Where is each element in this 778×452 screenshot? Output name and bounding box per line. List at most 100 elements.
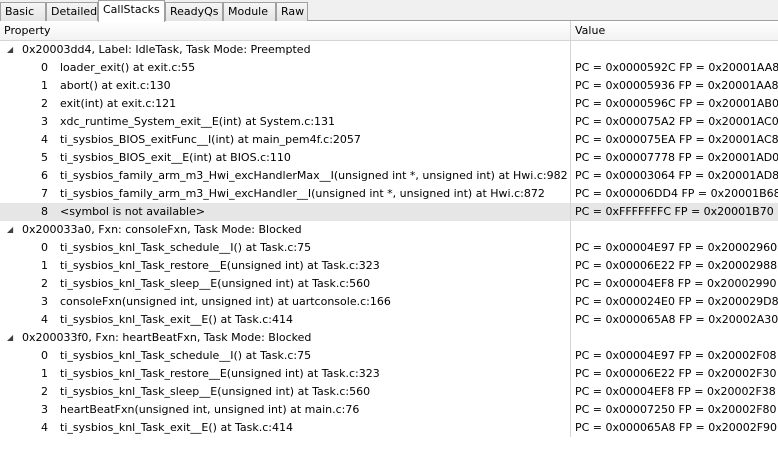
value-cell bbox=[570, 329, 778, 347]
frame-index: 2 bbox=[41, 97, 48, 110]
expand-toggle-icon[interactable]: ◢ bbox=[7, 329, 13, 347]
tab-basic[interactable]: Basic bbox=[0, 2, 46, 21]
stack-frame-row[interactable]: 0 ti_sysbios_knl_Task_schedule__I() at Ta… bbox=[0, 347, 778, 365]
task-group-row[interactable]: ◢ 0x200033a0, Fxn: consoleFxn, Task Mode:… bbox=[0, 221, 778, 239]
frame-index: 0 bbox=[41, 241, 48, 254]
frame-function: ti_sysbios_knl_Task_restore__E(unsigned … bbox=[60, 367, 380, 380]
frame-value: PC = 0x000024E0 FP = 0x200029D8 bbox=[570, 293, 778, 311]
frame-index: 1 bbox=[41, 259, 48, 272]
property-cell: 3 heartBeatFxn(unsigned int, unsigned int… bbox=[0, 401, 570, 419]
stack-frame-row[interactable]: 2 ti_sysbios_knl_Task_sleep__E(unsigned i… bbox=[0, 383, 778, 401]
frame-value: PC = 0x00006DD4 FP = 0x20001B68 bbox=[570, 185, 778, 203]
task-group-row[interactable]: ◢ 0x20003dd4, Label: IdleTask, Task Mode:… bbox=[0, 41, 778, 59]
frame-function: ti_sysbios_family_arm_m3_Hwi_excHandlerM… bbox=[60, 169, 568, 182]
expand-toggle-icon[interactable]: ◢ bbox=[7, 41, 13, 59]
frame-value: PC = 0x00004EF8 FP = 0x20002F38 bbox=[570, 383, 778, 401]
property-cell: 1 ti_sysbios_knl_Task_restore__E(unsigned… bbox=[0, 257, 570, 275]
frame-index: 3 bbox=[41, 115, 48, 128]
frame-function: ti_sysbios_knl_Task_schedule__I() at Tas… bbox=[60, 349, 312, 362]
stack-frame-row[interactable]: 1 ti_sysbios_knl_Task_restore__E(unsigned… bbox=[0, 365, 778, 383]
tab-bar: Basic Detailed CallStacks ReadyQs Module… bbox=[0, 0, 778, 22]
frame-value: PC = 0x000065A8 FP = 0x20002A30 bbox=[570, 311, 778, 329]
frame-index: 6 bbox=[41, 169, 48, 182]
property-column-header[interactable]: Property bbox=[0, 21, 570, 40]
tab-callstacks[interactable]: CallStacks bbox=[98, 0, 165, 22]
stack-frame-row[interactable]: 6 ti_sysbios_family_arm_m3_Hwi_excHandler… bbox=[0, 167, 778, 185]
value-cell bbox=[570, 221, 778, 239]
stack-frame-row[interactable]: 5 ti_sysbios_BIOS_exit__E(int) at BIOS.c:… bbox=[0, 149, 778, 167]
stack-frame-row[interactable]: 3 xdc_runtime_System_exit__E(int) at Syst… bbox=[0, 113, 778, 131]
property-cell: 0 ti_sysbios_knl_Task_schedule__I() at Ta… bbox=[0, 347, 570, 365]
frame-function: abort() at exit.c:130 bbox=[60, 79, 171, 92]
frame-function: ti_sysbios_BIOS_exitFunc__I(int) at main… bbox=[60, 133, 361, 146]
task-group-label: 0x200033a0, Fxn: consoleFxn, Task Mode: … bbox=[22, 223, 302, 236]
tab-raw[interactable]: Raw bbox=[276, 2, 308, 21]
property-cell: 8 <symbol is not available> bbox=[0, 203, 570, 221]
frame-function: ti_sysbios_knl_Task_sleep__E(unsigned in… bbox=[60, 385, 371, 398]
frame-function: <symbol is not available> bbox=[60, 205, 206, 218]
frame-value: PC = 0x00006E22 FP = 0x20002F30 bbox=[570, 365, 778, 383]
stack-frame-row[interactable]: 0 loader_exit() at exit.c:55 PC = 0x000059… bbox=[0, 59, 778, 77]
frame-function: heartBeatFxn(unsigned int, unsigned int)… bbox=[60, 403, 360, 416]
property-cell: 5 ti_sysbios_BIOS_exit__E(int) at BIOS.c:… bbox=[0, 149, 570, 167]
frame-function: xdc_runtime_System_exit__E(int) at Syste… bbox=[60, 115, 336, 128]
property-cell: 3 xdc_runtime_System_exit__E(int) at Syst… bbox=[0, 113, 570, 131]
frame-index: 5 bbox=[41, 151, 48, 164]
frame-value: PC = 0x0000596C FP = 0x20001AB0 bbox=[570, 95, 778, 113]
frame-index: 4 bbox=[41, 421, 48, 434]
frame-index: 1 bbox=[41, 367, 48, 380]
frame-value: PC = 0x00006E22 FP = 0x20002988 bbox=[570, 257, 778, 275]
value-cell bbox=[570, 41, 778, 59]
frame-value: PC = 0x0000592C FP = 0x20001AA8 bbox=[570, 59, 778, 77]
property-cell: 2 ti_sysbios_knl_Task_sleep__E(unsigned i… bbox=[0, 275, 570, 293]
property-cell: 0 ti_sysbios_knl_Task_schedule__I() at Ta… bbox=[0, 239, 570, 257]
stack-frame-row[interactable]: 2 exit(int) at exit.c:121 PC = 0x0000596C … bbox=[0, 95, 778, 113]
frame-index: 4 bbox=[41, 313, 48, 326]
frame-value: PC = 0x00004E97 FP = 0x20002960 bbox=[570, 239, 778, 257]
stack-frame-row[interactable]: 7 ti_sysbios_family_arm_m3_Hwi_excHandler… bbox=[0, 185, 778, 203]
frame-index: 2 bbox=[41, 385, 48, 398]
frame-index: 1 bbox=[41, 79, 48, 92]
frame-function: loader_exit() at exit.c:55 bbox=[60, 61, 196, 74]
stack-frame-row[interactable]: 3 heartBeatFxn(unsigned int, unsigned int… bbox=[0, 401, 778, 419]
value-column-header[interactable]: Value bbox=[570, 21, 778, 40]
task-group-row[interactable]: ◢ 0x200033f0, Fxn: heartBeatFxn, Task Mod… bbox=[0, 329, 778, 347]
callstack-tree: ◢ 0x20003dd4, Label: IdleTask, Task Mode:… bbox=[0, 41, 778, 437]
property-cell: 4 ti_sysbios_knl_Task_exit__E() at Task.c… bbox=[0, 311, 570, 329]
frame-value: PC = 0x00003064 FP = 0x20001AD8 bbox=[570, 167, 778, 185]
stack-frame-row[interactable]: 1 ti_sysbios_knl_Task_restore__E(unsigned… bbox=[0, 257, 778, 275]
frame-function: ti_sysbios_knl_Task_exit__E() at Task.c:… bbox=[60, 313, 293, 326]
stack-frame-row[interactable]: 3 consoleFxn(unsigned int, unsigned int) … bbox=[0, 293, 778, 311]
frame-value: PC = 0x00005936 FP = 0x20001AA8 bbox=[570, 77, 778, 95]
column-header: Property Value bbox=[0, 21, 778, 41]
frame-value: PC = 0x000075EA FP = 0x20001AC8 bbox=[570, 131, 778, 149]
frame-function: ti_sysbios_family_arm_m3_Hwi_excHandler_… bbox=[60, 187, 545, 200]
stack-frame-row[interactable]: 8 <symbol is not available> PC = 0xFFFFFFF… bbox=[0, 203, 778, 221]
property-cell: ◢ 0x200033f0, Fxn: heartBeatFxn, Task Mod… bbox=[0, 329, 570, 347]
tab-detailed[interactable]: Detailed bbox=[46, 2, 98, 21]
stack-frame-row[interactable]: 2 ti_sysbios_knl_Task_sleep__E(unsigned i… bbox=[0, 275, 778, 293]
stack-frame-row[interactable]: 4 ti_sysbios_BIOS_exitFunc__I(int) at mai… bbox=[0, 131, 778, 149]
frame-index: 3 bbox=[41, 295, 48, 308]
property-cell: 0 loader_exit() at exit.c:55 bbox=[0, 59, 570, 77]
tab-module[interactable]: Module bbox=[223, 2, 276, 21]
frame-function: ti_sysbios_knl_Task_exit__E() at Task.c:… bbox=[60, 421, 293, 434]
expand-toggle-icon[interactable]: ◢ bbox=[7, 221, 13, 239]
task-group-label: 0x200033f0, Fxn: heartBeatFxn, Task Mode… bbox=[22, 331, 312, 344]
frame-value: PC = 0x00004E97 FP = 0x20002F08 bbox=[570, 347, 778, 365]
tab-readyqs[interactable]: ReadyQs bbox=[165, 2, 223, 21]
stack-frame-row[interactable]: 4 ti_sysbios_knl_Task_exit__E() at Task.c… bbox=[0, 419, 778, 437]
frame-function: exit(int) at exit.c:121 bbox=[60, 97, 177, 110]
frame-value: PC = 0xFFFFFFFC FP = 0x20001B70 bbox=[570, 203, 778, 221]
frame-index: 8 bbox=[41, 205, 48, 218]
stack-frame-row[interactable]: 0 ti_sysbios_knl_Task_schedule__I() at Ta… bbox=[0, 239, 778, 257]
frame-value: PC = 0x000065A8 FP = 0x20002F90 bbox=[570, 419, 778, 437]
frame-function: consoleFxn(unsigned int, unsigned int) a… bbox=[60, 295, 391, 308]
stack-frame-row[interactable]: 1 abort() at exit.c:130 PC = 0x00005936 FP… bbox=[0, 77, 778, 95]
property-cell: 2 ti_sysbios_knl_Task_sleep__E(unsigned i… bbox=[0, 383, 570, 401]
property-cell: ◢ 0x200033a0, Fxn: consoleFxn, Task Mode:… bbox=[0, 221, 570, 239]
stack-frame-row[interactable]: 4 ti_sysbios_knl_Task_exit__E() at Task.c… bbox=[0, 311, 778, 329]
property-cell: 3 consoleFxn(unsigned int, unsigned int) … bbox=[0, 293, 570, 311]
property-cell: 4 ti_sysbios_BIOS_exitFunc__I(int) at mai… bbox=[0, 131, 570, 149]
property-cell: 2 exit(int) at exit.c:121 bbox=[0, 95, 570, 113]
